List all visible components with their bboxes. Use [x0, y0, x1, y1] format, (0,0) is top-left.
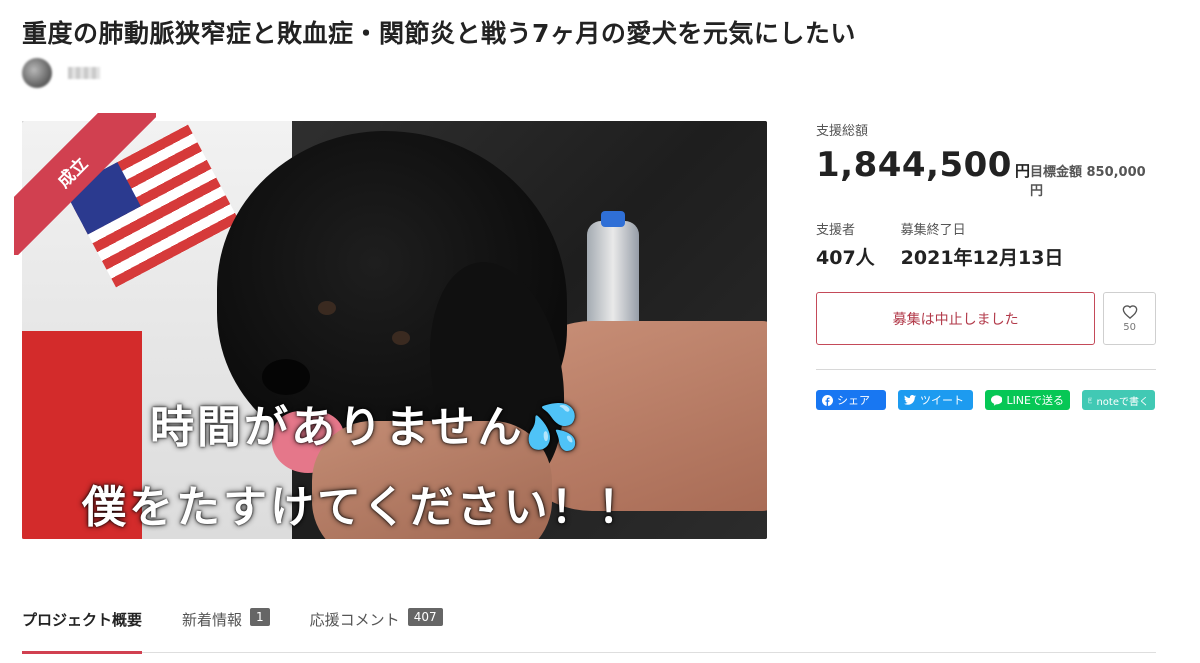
updates-count-badge: 1 — [250, 608, 270, 626]
total-label: 支援総額 — [816, 124, 869, 139]
tab-updates-label: 新着情報 — [182, 611, 243, 629]
image-caption-line2: 僕をたすけてください！！ — [82, 482, 645, 533]
goal-amount: 目標金額 850,000円 — [1029, 165, 1146, 199]
supporters-value: 407人 — [816, 247, 875, 269]
line-share-button[interactable]: LINEで送る — [985, 390, 1070, 410]
action-row: 募集は中止しました 50 — [816, 292, 1156, 345]
twitter-share-label: ツイート — [920, 394, 964, 407]
total-amount: 1,844,500 — [816, 145, 1012, 185]
share-buttons: シェア ツイート LINEで送る noteで書く — [816, 390, 1156, 410]
page-title: 重度の肺動脈狭窄症と敗血症・関節炎と戦う7ヶ月の愛犬を元気にしたい — [22, 19, 856, 48]
supporters-label: 支援者 — [816, 223, 856, 238]
tab-overview-label: プロジェクト概要 — [22, 611, 143, 629]
line-chat-icon — [991, 394, 1003, 406]
comments-count-badge: 407 — [407, 608, 443, 626]
supporters-stat: 支援者 407人 — [816, 219, 875, 270]
line-share-label: LINEで送る — [1006, 394, 1064, 407]
project-tabs: プロジェクト概要 新着情報 1 応援コメント 407 — [22, 606, 1156, 654]
twitter-bird-icon — [904, 395, 916, 405]
closed-button[interactable]: 募集は中止しました — [816, 292, 1096, 345]
tab-overview[interactable]: プロジェクト概要 — [22, 606, 143, 654]
image-dog-nose — [262, 359, 310, 395]
total-row: 1,844,500 円 目標金額 850,000円 — [816, 145, 1156, 199]
facebook-share-label: シェア — [837, 394, 870, 407]
note-share-button[interactable]: noteで書く — [1082, 390, 1155, 410]
favorite-button[interactable]: 50 — [1103, 292, 1156, 345]
end-date-stat: 募集終了日 2021年12月13日 — [901, 219, 1064, 270]
image-dog-eye-left — [318, 301, 336, 315]
project-main-image: 時間がありません💦 僕をたすけてください！！ — [22, 121, 767, 539]
heart-icon — [1122, 305, 1137, 319]
image-caption-line1: 時間がありません💦 — [150, 402, 583, 453]
facebook-icon — [822, 394, 833, 406]
facebook-share-button[interactable]: シェア — [816, 390, 886, 410]
favorite-count: 50 — [1123, 322, 1136, 333]
tab-updates[interactable]: 新着情報 1 — [182, 606, 270, 653]
end-date-label: 募集終了日 — [900, 223, 966, 238]
note-icon — [1088, 397, 1093, 403]
owner-name-blurred[interactable] — [68, 67, 100, 79]
total-currency: 円 — [1014, 162, 1030, 180]
end-date-value: 2021年12月13日 — [900, 247, 1064, 269]
stats-row: 支援者 407人 募集終了日 2021年12月13日 — [816, 219, 1156, 270]
owner-avatar[interactable] — [22, 58, 52, 88]
note-share-label: noteで書く — [1096, 396, 1149, 408]
tab-comments[interactable]: 応援コメント 407 — [310, 606, 443, 653]
funding-panel: 支援総額 1,844,500 円 目標金額 850,000円 支援者 407人 … — [816, 120, 1156, 410]
twitter-share-button[interactable]: ツイート — [898, 390, 973, 410]
panel-divider — [816, 369, 1156, 370]
tab-comments-label: 応援コメント — [309, 611, 400, 629]
project-owner[interactable] — [22, 58, 100, 88]
image-dog-eye-right — [392, 331, 410, 345]
